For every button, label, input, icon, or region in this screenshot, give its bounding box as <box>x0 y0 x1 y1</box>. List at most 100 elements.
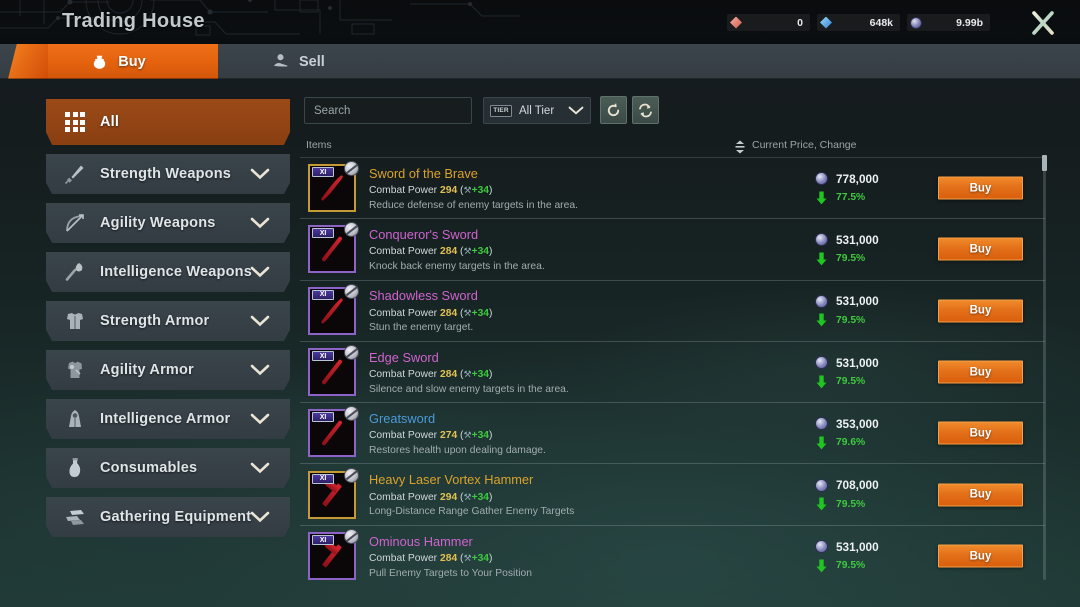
grid-icon <box>60 109 90 135</box>
item-name: Edge Sword <box>369 350 815 366</box>
buy-button[interactable]: Buy <box>938 483 1023 506</box>
ingot-stack-icon <box>60 504 90 530</box>
buy-button[interactable]: Buy <box>938 238 1023 261</box>
sidebar-item-label: Consumables <box>100 460 197 476</box>
tab-label: Sell <box>299 54 325 70</box>
currency-value: 9.99b <box>926 17 983 29</box>
item-icon[interactable]: XI <box>308 164 356 212</box>
item-info: Sword of the Brave Combat Power 294 (⚒+3… <box>369 166 815 211</box>
combat-power-bonus: +34 <box>472 308 489 319</box>
item-price-change: 79.5% <box>836 253 865 264</box>
table-row[interactable]: XI Shadowless Sword Combat Power 284 (⚒+… <box>300 281 1045 342</box>
heavy-armor-icon <box>60 308 90 334</box>
chevron-down-icon <box>250 511 270 523</box>
sync-button[interactable] <box>632 96 659 124</box>
chevron-down-icon <box>250 266 270 278</box>
chevron-down-icon <box>250 462 270 474</box>
staff-icon <box>60 259 90 285</box>
list-scrollbar[interactable] <box>1043 155 1046 580</box>
item-enchant-orb-icon <box>344 345 359 360</box>
table-row[interactable]: XI Ominous Hammer Combat Power 284 (⚒+34… <box>300 526 1045 587</box>
table-row[interactable]: XI Greatsword Combat Power 274 (⚒+34) Re… <box>300 403 1045 464</box>
item-description: Stun the enemy target. <box>369 322 815 333</box>
item-price: 531,000 <box>836 540 879 554</box>
arrow-down-icon <box>815 313 828 327</box>
item-weapon-art <box>321 174 344 202</box>
item-name: Heavy Laser Vortex Hammer <box>369 472 815 488</box>
arrow-down-icon <box>815 375 828 389</box>
combat-power-bonus: +34 <box>472 430 489 441</box>
silver-coin-icon <box>815 417 828 430</box>
search-input[interactable] <box>305 105 474 117</box>
chevron-down-icon <box>250 364 270 376</box>
buy-button[interactable]: Buy <box>938 299 1023 322</box>
item-description: Pull Enemy Targets to Your Position <box>369 568 815 579</box>
sidebar-item-label: All <box>100 114 119 130</box>
item-tier-badge: XI <box>312 474 334 484</box>
sidebar-item-intelligence-armor[interactable]: Intelligence Armor <box>46 399 290 439</box>
sidebar-item-strength-weapons[interactable]: Strength Weapons <box>46 154 290 194</box>
item-description: Restores health upon dealing damage. <box>369 445 815 456</box>
page-title: Trading House <box>62 10 205 33</box>
item-name: Ominous Hammer <box>369 534 815 550</box>
close-button[interactable] <box>1028 8 1058 38</box>
buy-button[interactable]: Buy <box>938 361 1023 384</box>
tab-buy[interactable]: Buy <box>18 44 218 79</box>
table-row[interactable]: XI Heavy Laser Vortex Hammer Combat Powe… <box>300 464 1045 525</box>
currency-value: 0 <box>746 17 803 29</box>
sidebar-item-intelligence-weapons[interactable]: Intelligence Weapons <box>46 252 290 292</box>
buy-button[interactable]: Buy <box>938 177 1023 200</box>
table-row[interactable]: XI Sword of the Brave Combat Power 294 (… <box>300 158 1045 219</box>
buy-button[interactable]: Buy <box>938 422 1023 445</box>
item-name: Sword of the Brave <box>369 166 815 182</box>
item-icon[interactable]: XI <box>308 225 356 273</box>
item-icon[interactable]: XI <box>308 532 356 580</box>
combat-power-label: Combat Power <box>369 430 437 441</box>
currency-chip-red[interactable]: 0 <box>727 14 810 31</box>
sort-updown-icon[interactable] <box>734 140 746 154</box>
combat-power-label: Combat Power <box>369 492 437 503</box>
item-price-change: 79.5% <box>836 560 865 571</box>
currency-chip-blue[interactable]: 648k <box>817 14 900 31</box>
sidebar-item-agility-weapons[interactable]: Agility Weapons <box>46 203 290 243</box>
sidebar-item-consumables[interactable]: Consumables <box>46 448 290 488</box>
item-name: Conqueror's Sword <box>369 227 815 243</box>
item-enchant-orb-icon <box>344 284 359 299</box>
sidebar-item-strength-armor[interactable]: Strength Armor <box>46 301 290 341</box>
scrollbar-thumb[interactable] <box>1042 155 1047 171</box>
sidebar-item-label: Gathering Equipment <box>100 509 251 525</box>
blue-gem-icon <box>820 17 832 29</box>
item-icon[interactable]: XI <box>308 409 356 457</box>
tier-filter-dropdown[interactable]: TIER All Tier <box>483 97 591 124</box>
buy-button[interactable]: Buy <box>938 545 1023 568</box>
sidebar-item-label: Strength Armor <box>100 313 209 329</box>
combat-power-bonus: +34 <box>472 246 489 257</box>
currency-bar: 0 648k 9.99b <box>727 14 990 31</box>
item-icon[interactable]: XI <box>308 287 356 335</box>
items-column-header: Items <box>306 139 332 151</box>
item-price: 531,000 <box>836 356 879 370</box>
item-info: Shadowless Sword Combat Power 284 (⚒+34)… <box>369 288 815 333</box>
table-row[interactable]: XI Conqueror's Sword Combat Power 284 (⚒… <box>300 219 1045 280</box>
tab-label: Buy <box>118 54 145 70</box>
sidebar-item-all[interactable]: All <box>46 99 290 145</box>
combat-power-value: 284 <box>440 308 457 319</box>
item-icon[interactable]: XI <box>308 471 356 519</box>
refresh-button[interactable] <box>600 96 627 124</box>
table-row[interactable]: XI Edge Sword Combat Power 284 (⚒+34) Si… <box>300 342 1045 403</box>
search-field[interactable] <box>304 97 472 124</box>
item-enchant-orb-icon <box>344 529 359 544</box>
item-enchant-orb-icon <box>344 161 359 176</box>
currency-chip-coin[interactable]: 9.99b <box>907 14 990 31</box>
combat-power-label: Combat Power <box>369 308 437 319</box>
item-weapon-art <box>321 359 343 385</box>
item-icon[interactable]: XI <box>308 348 356 396</box>
item-weapon-art <box>321 420 343 446</box>
item-info: Conqueror's Sword Combat Power 284 (⚒+34… <box>369 227 815 272</box>
tab-sell[interactable]: Sell <box>245 44 351 79</box>
enhance-symbol-icon: ⚒ <box>463 430 471 440</box>
item-price: 708,000 <box>836 478 879 492</box>
enhance-symbol-icon: ⚒ <box>463 308 471 318</box>
sidebar-item-agility-armor[interactable]: Agility Armor <box>46 350 290 390</box>
sidebar-item-gathering-equipment[interactable]: Gathering Equipment <box>46 497 290 537</box>
